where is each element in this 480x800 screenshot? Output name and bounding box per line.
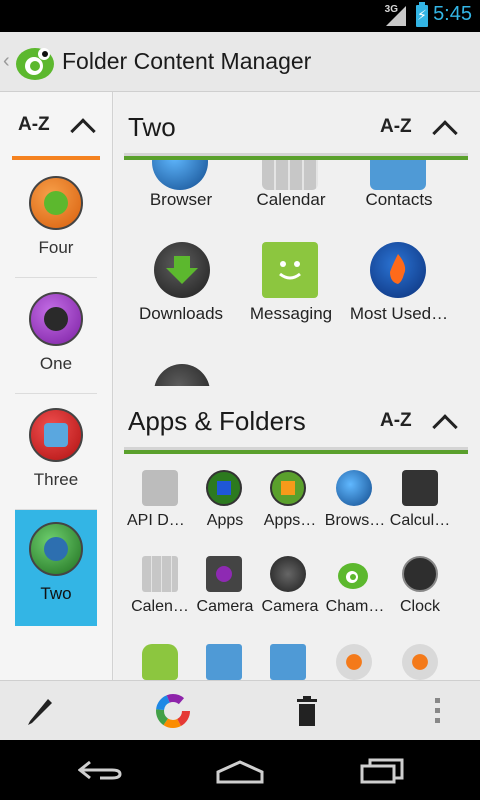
calendar-icon[interactable]: [142, 556, 178, 592]
app-label: Apps: [206, 512, 244, 529]
android-icon[interactable]: [142, 644, 178, 680]
folder-section-title: Two: [128, 112, 176, 142]
app-label: Calen…: [131, 598, 189, 615]
signal-icon: [386, 6, 406, 26]
sidebar-item-label: Four: [38, 238, 74, 257]
app-title: Folder Content Manager: [62, 48, 312, 74]
edit-icon[interactable]: [24, 695, 56, 727]
battery-charging-icon: ⚡: [416, 2, 428, 27]
color-wheel-icon[interactable]: [156, 694, 190, 728]
browser-icon[interactable]: [152, 160, 208, 190]
sidebar-item-one[interactable]: One: [15, 280, 97, 394]
main-content: A-Z Four One Three Two Two A-Z Browser C…: [0, 92, 480, 680]
folder-three-icon: [29, 408, 83, 462]
status-bar: 3G ⚡ 5:45: [0, 0, 480, 32]
trash-icon[interactable]: [294, 695, 320, 727]
folder-section-sort[interactable]: A-Z: [380, 116, 412, 138]
apps-section-sort[interactable]: A-Z: [380, 410, 412, 432]
contacts-icon[interactable]: [370, 160, 426, 190]
chevron-up-icon[interactable]: [432, 120, 458, 146]
recent-apps-icon[interactable]: [360, 758, 404, 784]
clock-time: 5:45: [433, 3, 472, 25]
sidebar-sort-label[interactable]: A-Z: [18, 114, 50, 136]
app-label: Most Used…: [349, 304, 449, 323]
calendar-icon[interactable]: [262, 160, 318, 190]
folder-grid-row: Browser Calendar Contacts: [114, 160, 480, 212]
browser-icon[interactable]: [336, 470, 372, 506]
folder-four-icon: [29, 176, 83, 230]
app-label: Downloads: [138, 304, 224, 323]
up-caret-icon[interactable]: ‹: [3, 50, 10, 73]
chevron-up-icon[interactable]: [432, 414, 458, 440]
most-used-icon[interactable]: [370, 242, 426, 298]
section-divider: [124, 447, 468, 454]
folder-two-icon: [29, 522, 83, 576]
app-label: Browser: [149, 190, 213, 209]
action-bar: ‹ Folder Content Manager: [0, 32, 480, 92]
app-label: Camera: [196, 598, 254, 615]
sidebar-item-label: Two: [40, 584, 72, 603]
camera-icon[interactable]: [206, 556, 242, 592]
sidebar-item-four[interactable]: Four: [15, 164, 97, 278]
app-label: Camera: [261, 598, 319, 615]
clock-icon[interactable]: [402, 556, 438, 592]
downloads-icon[interactable]: [154, 242, 210, 298]
apps-section-title: Apps & Folders: [128, 406, 306, 436]
folder-grid-row: [114, 360, 480, 386]
app-label: API De…: [127, 512, 193, 529]
calculator-icon[interactable]: [402, 470, 438, 506]
overflow-menu-icon[interactable]: [434, 697, 442, 725]
settings-icon[interactable]: [402, 644, 438, 680]
sidebar-item-two[interactable]: Two: [15, 510, 97, 626]
sidebar-item-three[interactable]: Three: [15, 396, 97, 510]
folder-one-icon: [29, 292, 83, 346]
folder-sidebar: A-Z Four One Three Two: [0, 92, 113, 680]
app-label: Messaging: [249, 304, 333, 323]
music-icon[interactable]: [154, 364, 210, 386]
contacts-icon[interactable]: [206, 644, 242, 680]
system-nav-bar: [0, 740, 480, 800]
app-label: Cham…: [325, 598, 385, 615]
settings-icon[interactable]: [336, 644, 372, 680]
bottom-action-bar: [0, 680, 480, 740]
app-label: Contacts: [365, 190, 433, 209]
chameleon-logo-icon[interactable]: [14, 42, 56, 82]
apps-folder-icon[interactable]: [270, 470, 306, 506]
camera-icon[interactable]: [270, 556, 306, 592]
chevron-up-icon[interactable]: [70, 118, 96, 144]
app-label: Brows…: [324, 512, 386, 529]
messaging-icon[interactable]: [262, 242, 318, 298]
app-label: Apps…: [263, 512, 317, 529]
contacts-icon[interactable]: [270, 644, 306, 680]
api-demos-icon[interactable]: [142, 470, 178, 506]
chameleon-icon[interactable]: [336, 556, 372, 592]
home-icon[interactable]: [216, 760, 264, 784]
sidebar-divider: [12, 156, 100, 160]
folder-content-panel: Two A-Z Browser Calendar Contacts Downlo…: [114, 92, 480, 680]
app-label: Calendar: [256, 190, 326, 209]
back-icon[interactable]: [78, 760, 122, 782]
apps-icon[interactable]: [206, 470, 242, 506]
sidebar-item-label: Three: [33, 470, 79, 489]
sidebar-item-label: One: [39, 354, 73, 373]
app-label: Clock: [399, 598, 440, 615]
app-label: Calcul…: [389, 512, 451, 529]
